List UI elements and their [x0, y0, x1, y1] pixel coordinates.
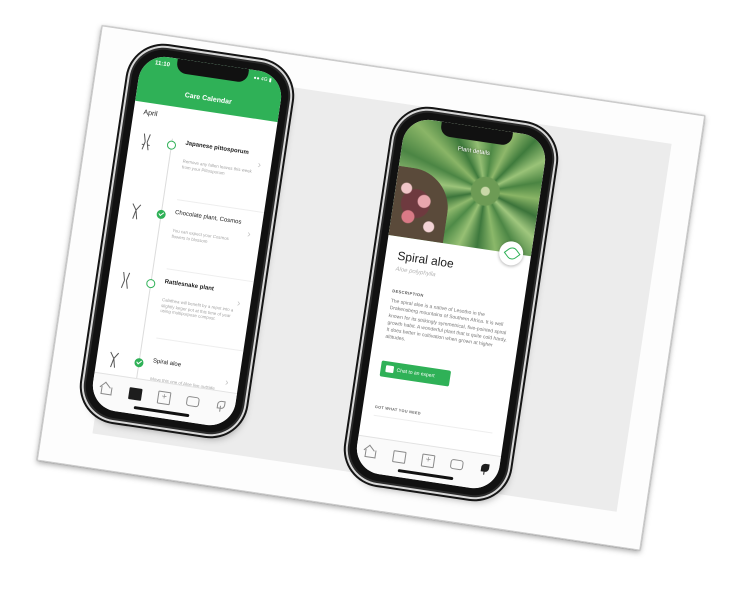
- status-icons: ●● 4G ▮: [253, 75, 273, 84]
- page-title: Plant details: [457, 146, 491, 158]
- pruner-icon: [132, 203, 142, 220]
- flower-photo-detail: [388, 165, 454, 244]
- divider: [373, 414, 493, 434]
- pruner-icon: [110, 351, 120, 368]
- task-title: Chocolate plant, Cosmos: [174, 209, 242, 226]
- section-label: GOT WHAT YOU NEED: [374, 404, 422, 416]
- task-description: Remove any fallen leaves this week from …: [181, 158, 253, 176]
- shears-icon: [141, 133, 151, 151]
- chat-button-label: Chat to an expert: [396, 367, 435, 380]
- status-time: 11:10: [154, 60, 171, 69]
- calendar-icon[interactable]: [391, 449, 407, 463]
- status-dot-pending: [145, 278, 156, 289]
- divider: [156, 337, 244, 352]
- calendar-icon[interactable]: [127, 386, 143, 400]
- plant-description: The spiral aloe is a native of Lesotho i…: [384, 298, 508, 349]
- shears-icon: [120, 271, 131, 289]
- chevron-right-icon: ›: [246, 228, 252, 241]
- chat-expert-button[interactable]: Chat to an expert: [379, 360, 452, 387]
- month-label: April: [142, 109, 158, 119]
- section-label: DESCRIPTION: [391, 288, 425, 298]
- add-icon[interactable]: [156, 390, 172, 404]
- home-icon[interactable]: [99, 382, 115, 396]
- task-title: Japanese pittosporum: [184, 140, 250, 157]
- chat-icon[interactable]: [448, 458, 464, 472]
- task-title: Rattlesnake plant: [164, 279, 215, 293]
- status-dot-done: [156, 209, 167, 220]
- chevron-right-icon: ›: [256, 159, 262, 172]
- task-title: Spiral aloe: [152, 358, 182, 369]
- home-icon[interactable]: [363, 445, 379, 459]
- chat-icon[interactable]: [184, 395, 200, 409]
- plant-icon[interactable]: [477, 462, 493, 476]
- task-description: You can expect your Cosmos flowers to bl…: [171, 227, 230, 244]
- status-dot-done: [133, 357, 145, 368]
- status-dot-pending: [166, 140, 177, 151]
- task-description: Calathea will benefit by a repot into a …: [160, 296, 234, 322]
- plant-icon[interactable]: [213, 399, 229, 413]
- plant-latin-name: Aloe polyphylla: [395, 266, 436, 279]
- page-title: Care Calendar: [184, 92, 233, 107]
- chat-bubble-icon: [385, 365, 395, 374]
- chevron-right-icon: ›: [236, 298, 242, 310]
- chevron-right-icon: ›: [224, 377, 230, 389]
- add-icon[interactable]: [420, 453, 436, 467]
